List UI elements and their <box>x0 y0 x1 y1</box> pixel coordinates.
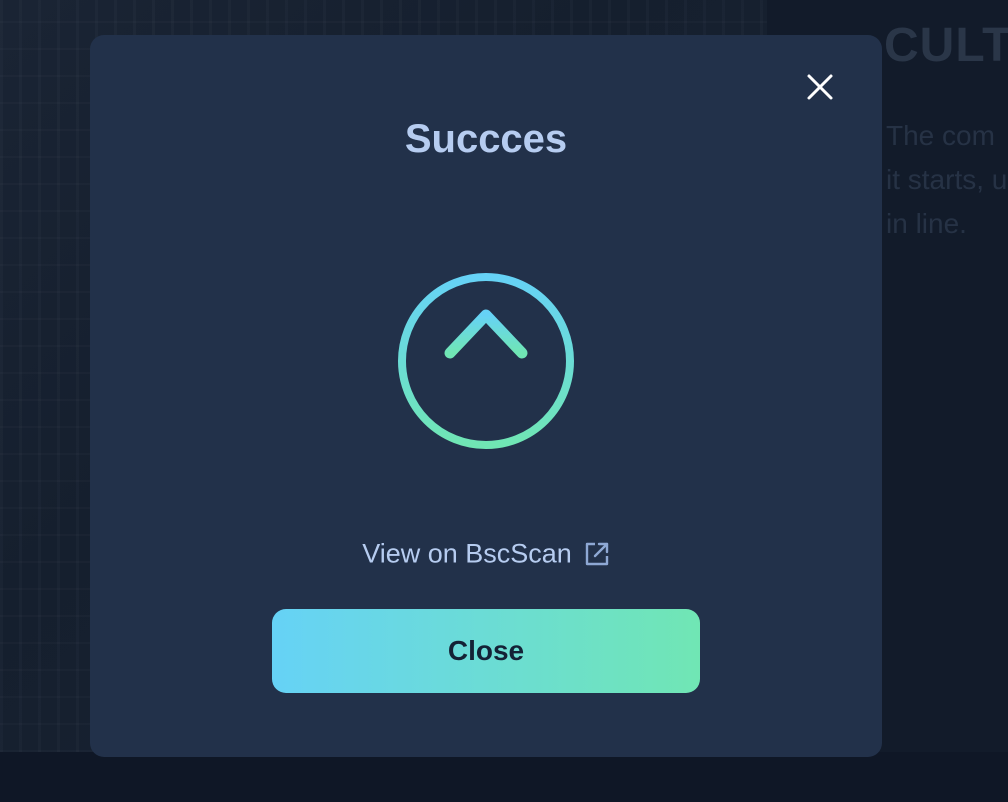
close-icon[interactable] <box>804 71 836 103</box>
view-on-bscscan-label: View on BscScan <box>362 538 572 569</box>
background-paragraph-line: it starts, u <box>886 164 1008 195</box>
view-on-bscscan-link[interactable]: View on BscScan <box>90 537 882 569</box>
close-button[interactable]: Close <box>272 609 700 693</box>
background-heading: CULT <box>884 19 1008 72</box>
background-paragraph-line: The com <box>886 120 995 151</box>
upload-arrow-circle-icon <box>395 270 577 452</box>
modal-title: Succces <box>404 117 568 161</box>
background-paragraph: The com it starts, u in line. <box>886 114 1008 246</box>
background-footer <box>0 752 1008 802</box>
background-paragraph-line: in line. <box>886 208 967 239</box>
external-link-icon <box>584 541 610 567</box>
success-modal: Succces View on BscScan Close <box>90 35 882 757</box>
